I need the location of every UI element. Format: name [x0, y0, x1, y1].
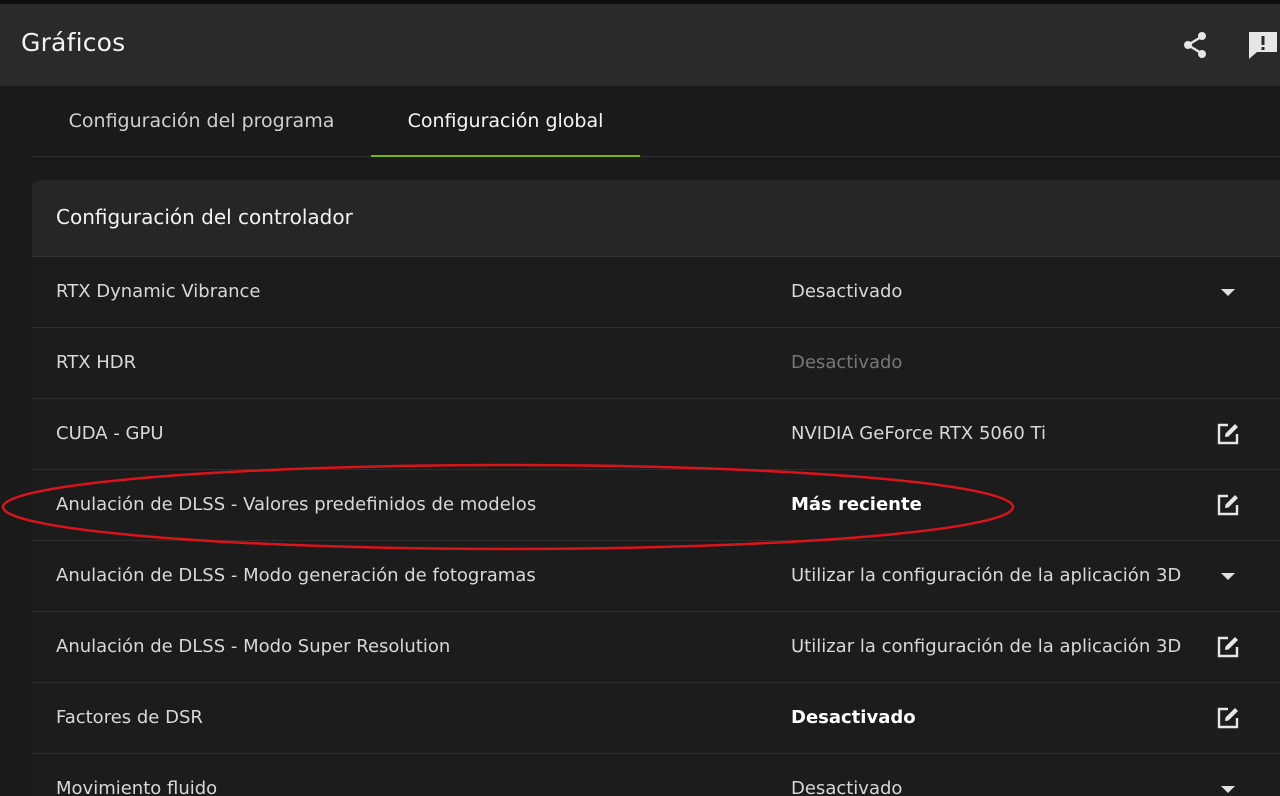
setting-row-smooth-motion[interactable]: Movimiento fluido Desactivado [32, 754, 1280, 796]
setting-label: Anulación de DLSS - Valores predefinidos… [56, 494, 537, 515]
edit-icon[interactable] [1214, 420, 1242, 448]
setting-label: Factores de DSR [56, 707, 203, 728]
setting-row-cuda-gpu[interactable]: CUDA - GPU NVIDIA GeForce RTX 5060 Ti [32, 399, 1280, 470]
feedback-icon[interactable] [1246, 28, 1280, 62]
chevron-down-icon[interactable] [1214, 278, 1242, 306]
setting-value: Más reciente [791, 494, 922, 515]
setting-value: Desactivado [791, 281, 903, 302]
tab-bar: Configuración del programa Configuración… [32, 86, 1280, 157]
setting-row-dlss-frame-generation[interactable]: Anulación de DLSS - Modo generación de f… [32, 541, 1280, 612]
driver-settings-panel: Configuración del controlador RTX Dynami… [32, 180, 1280, 796]
edit-icon[interactable] [1214, 491, 1242, 519]
setting-value: Utilizar la configuración de la aplicaci… [791, 565, 1182, 586]
tab-global-settings[interactable]: Configuración global [371, 86, 640, 157]
setting-row-dlss-super-resolution[interactable]: Anulación de DLSS - Modo Super Resolutio… [32, 612, 1280, 683]
setting-value: Desactivado [791, 352, 903, 373]
tab-label: Configuración del programa [68, 110, 335, 132]
setting-label: Anulación de DLSS - Modo generación de f… [56, 565, 536, 586]
setting-row-rtx-dynamic-vibrance[interactable]: RTX Dynamic Vibrance Desactivado [32, 257, 1280, 328]
page-title: Gráficos [21, 28, 126, 57]
share-icon[interactable] [1178, 28, 1212, 62]
tab-label: Configuración global [407, 110, 604, 132]
setting-row-dsr-factors[interactable]: Factores de DSR Desactivado [32, 683, 1280, 754]
setting-label: CUDA - GPU [56, 423, 164, 444]
panel-title: Configuración del controlador [56, 205, 353, 229]
setting-label: Movimiento fluido [56, 778, 218, 796]
setting-value: Desactivado [791, 778, 903, 796]
panel-header: Configuración del controlador [32, 180, 1280, 257]
setting-value: Desactivado [791, 707, 916, 728]
app-header: Gráficos [0, 4, 1280, 86]
chevron-down-icon[interactable] [1214, 562, 1242, 590]
edit-icon[interactable] [1214, 633, 1242, 661]
setting-value: Utilizar la configuración de la aplicaci… [791, 636, 1182, 657]
tab-program-settings[interactable]: Configuración del programa [32, 86, 371, 156]
chevron-down-icon[interactable] [1214, 775, 1242, 796]
edit-icon[interactable] [1214, 704, 1242, 732]
setting-label: RTX HDR [56, 352, 137, 373]
setting-row-rtx-hdr[interactable]: RTX HDR Desactivado [32, 328, 1280, 399]
setting-value: NVIDIA GeForce RTX 5060 Ti [791, 423, 1046, 444]
setting-row-dlss-model-presets[interactable]: Anulación de DLSS - Valores predefinidos… [32, 470, 1280, 541]
setting-label: RTX Dynamic Vibrance [56, 281, 261, 302]
setting-label: Anulación de DLSS - Modo Super Resolutio… [56, 636, 451, 657]
